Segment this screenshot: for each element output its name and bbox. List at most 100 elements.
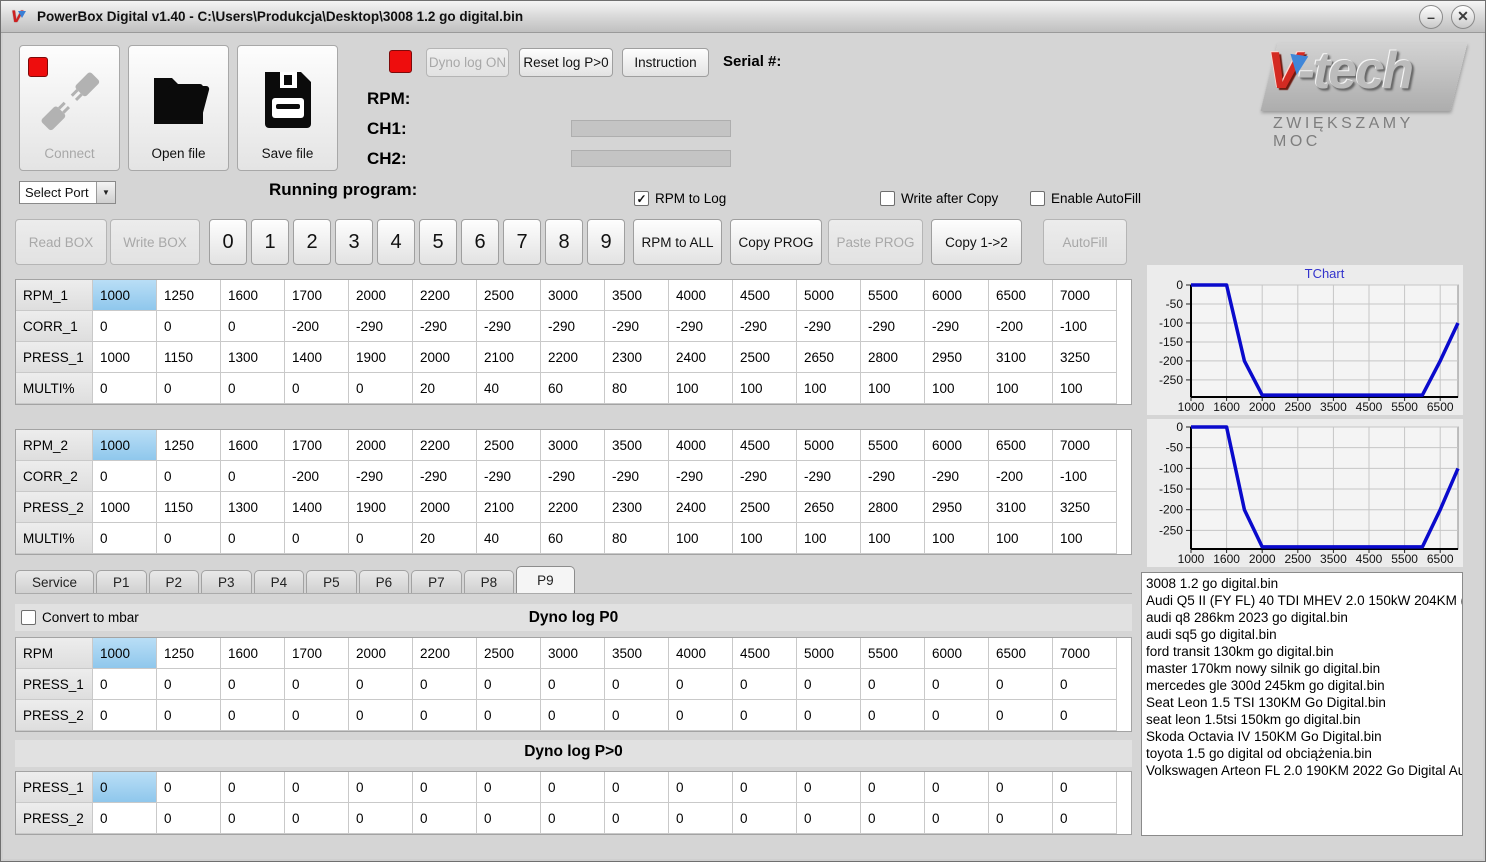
grid-cell[interactable]: 7000 (1053, 280, 1117, 311)
grid-cell[interactable]: 0 (669, 803, 733, 834)
grid-cell[interactable]: 80 (605, 373, 669, 404)
grid-cell[interactable]: 5500 (861, 638, 925, 669)
grid-cell[interactable]: 5500 (861, 430, 925, 461)
grid-cell[interactable]: 1300 (221, 342, 285, 373)
grid-cell[interactable]: 0 (1053, 700, 1117, 731)
grid-cell[interactable]: 6000 (925, 430, 989, 461)
read-box-button[interactable]: Read BOX (15, 219, 107, 265)
grid-cell[interactable]: 0 (989, 700, 1053, 731)
grid-cell[interactable]: -290 (733, 461, 797, 492)
instruction-button[interactable]: Instruction (622, 48, 709, 77)
grid-cell[interactable]: 0 (989, 772, 1053, 803)
grid-cell[interactable]: -290 (349, 461, 413, 492)
grid-cell[interactable]: 3000 (541, 638, 605, 669)
grid-cell[interactable]: -290 (477, 311, 541, 342)
grid-cell[interactable]: 6000 (925, 638, 989, 669)
grid-cell[interactable]: 80 (605, 523, 669, 554)
grid-cell[interactable]: 0 (157, 669, 221, 700)
grid-cell[interactable]: 2000 (349, 280, 413, 311)
grid-cell[interactable]: 2800 (861, 492, 925, 523)
grid-cell[interactable]: 0 (1053, 803, 1117, 834)
grid-cell[interactable]: 100 (1053, 373, 1117, 404)
grid-cell[interactable]: 0 (733, 669, 797, 700)
grid-cell[interactable]: 100 (733, 373, 797, 404)
tab-p9[interactable]: P9 (516, 566, 575, 594)
grid-cell[interactable]: 4500 (733, 638, 797, 669)
grid-cell[interactable]: 100 (1053, 523, 1117, 554)
tab-p7[interactable]: P7 (411, 570, 462, 594)
grid-cell[interactable]: 0 (157, 803, 221, 834)
grid-cell[interactable]: 2650 (797, 492, 861, 523)
grid-cell[interactable]: 0 (605, 803, 669, 834)
file-item[interactable]: Seat Leon 1.5 TSI 130KM Go Digital.bin (1146, 694, 1458, 711)
grid-cell[interactable]: 100 (669, 523, 733, 554)
grid-cell[interactable]: 3100 (989, 342, 1053, 373)
grid-cell[interactable]: 0 (861, 772, 925, 803)
open-file-button[interactable]: Open file (128, 45, 229, 171)
copy-prog-button[interactable]: Copy PROG (730, 219, 822, 265)
grid-cell[interactable]: 3500 (605, 638, 669, 669)
grid-cell[interactable]: -290 (925, 461, 989, 492)
grid-cell[interactable]: 0 (733, 700, 797, 731)
grid-cell[interactable]: 0 (157, 772, 221, 803)
grid-cell[interactable]: -200 (989, 311, 1053, 342)
grid-cell[interactable]: 3000 (541, 430, 605, 461)
grid-cell[interactable]: 2000 (413, 492, 477, 523)
grid-cell[interactable]: 0 (285, 772, 349, 803)
grid-cell[interactable]: 0 (349, 669, 413, 700)
digit-6-button[interactable]: 6 (461, 219, 499, 265)
chevron-down-icon[interactable]: ▼ (96, 182, 115, 203)
grid-cell[interactable]: 0 (93, 311, 157, 342)
grid-cell[interactable]: 4000 (669, 280, 733, 311)
grid-cell[interactable]: 2500 (477, 430, 541, 461)
grid-cell[interactable]: 3250 (1053, 342, 1117, 373)
grid-cell[interactable]: 0 (221, 700, 285, 731)
grid-cell[interactable]: 3100 (989, 492, 1053, 523)
checkbox-box[interactable]: ✓ (634, 191, 649, 206)
grid-cell[interactable]: 0 (925, 772, 989, 803)
dyno-log-on-button[interactable]: Dyno log ON (426, 48, 509, 77)
grid-cell[interactable]: 0 (477, 772, 541, 803)
grid-cell[interactable]: 0 (157, 523, 221, 554)
grid-cell[interactable]: 0 (93, 373, 157, 404)
grid-cell[interactable]: 0 (349, 700, 413, 731)
select-port-dropdown[interactable]: Select Port ▼ (19, 181, 116, 204)
write-after-copy-checkbox[interactable]: Write after Copy (880, 191, 998, 206)
grid-cell[interactable]: 2500 (733, 342, 797, 373)
grid-cell[interactable]: -290 (413, 311, 477, 342)
grid-cell[interactable]: 1000 (93, 280, 157, 311)
grid-cell[interactable]: 100 (925, 373, 989, 404)
grid-cell[interactable]: 2000 (349, 430, 413, 461)
grid-cell[interactable]: 2400 (669, 492, 733, 523)
grid-cell[interactable]: 0 (989, 669, 1053, 700)
file-item[interactable]: toyota 1.5 go digital od obciążenia.bin (1146, 745, 1458, 762)
grid-cell[interactable]: 2500 (477, 280, 541, 311)
grid-cell[interactable]: 7000 (1053, 430, 1117, 461)
grid-cell[interactable]: 0 (413, 803, 477, 834)
digit-9-button[interactable]: 9 (587, 219, 625, 265)
grid-cell[interactable]: 100 (669, 373, 733, 404)
grid-cell[interactable]: -290 (413, 461, 477, 492)
grid-cell[interactable]: 0 (1053, 669, 1117, 700)
grid-cell[interactable]: 40 (477, 523, 541, 554)
grid-cell[interactable]: 2000 (349, 638, 413, 669)
grid-cell[interactable]: 2200 (413, 280, 477, 311)
grid-cell[interactable]: 0 (477, 669, 541, 700)
grid-cell[interactable]: 1150 (157, 342, 221, 373)
tab-p1[interactable]: P1 (96, 570, 147, 594)
digit-5-button[interactable]: 5 (419, 219, 457, 265)
grid-cell[interactable]: 1000 (93, 430, 157, 461)
grid-cell[interactable]: 100 (989, 373, 1053, 404)
grid-cell[interactable]: 1250 (157, 430, 221, 461)
tab-p6[interactable]: P6 (358, 570, 410, 594)
grid-cell[interactable]: 0 (93, 700, 157, 731)
tab-p4[interactable]: P4 (253, 570, 305, 594)
grid-cell[interactable]: 1600 (221, 280, 285, 311)
grid-cell[interactable]: 0 (93, 669, 157, 700)
grid-cell[interactable]: 0 (797, 669, 861, 700)
grid-cell[interactable]: 0 (285, 669, 349, 700)
close-button[interactable]: ✕ (1451, 4, 1475, 29)
grid-cell[interactable]: 0 (157, 373, 221, 404)
grid-cell[interactable]: 0 (861, 700, 925, 731)
minimize-button[interactable]: – (1419, 4, 1443, 29)
